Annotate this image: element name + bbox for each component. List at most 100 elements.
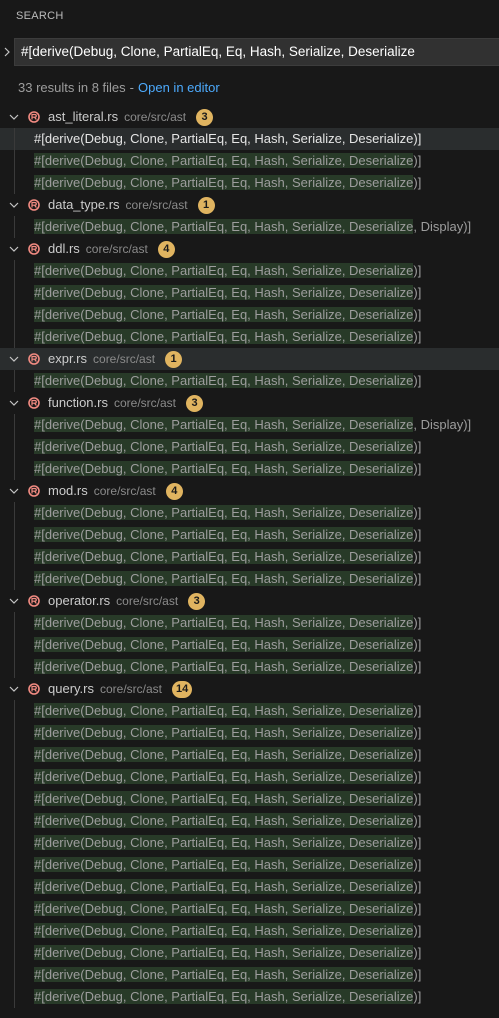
results-summary: 33 results in 8 files - Open in editor xyxy=(18,79,220,97)
match-row[interactable]: #[derive(Debug, Clone, PartialEq, Eq, Ha… xyxy=(0,304,499,326)
match-row[interactable]: #[derive(Debug, Clone, PartialEq, Eq, Ha… xyxy=(0,656,499,678)
match-highlight: #[derive(Debug, Clone, PartialEq, Eq, Ha… xyxy=(34,879,414,894)
match-row[interactable]: #[derive(Debug, Clone, PartialEq, Eq, Ha… xyxy=(0,898,499,920)
collapse-toggle[interactable] xyxy=(7,199,21,211)
match-highlight: #[derive(Debug, Clone, PartialEq, Eq, Ha… xyxy=(34,329,414,344)
match-row[interactable]: #[derive(Debug, Clone, PartialEq, Eq, Ha… xyxy=(0,502,499,524)
match-row[interactable]: #[derive(Debug, Clone, PartialEq, Eq, Ha… xyxy=(0,744,499,766)
toggle-replace-button[interactable] xyxy=(2,45,12,59)
search-input[interactable]: #[derive(Debug, Clone, PartialEq, Eq, Ha… xyxy=(14,38,499,66)
file-group-row[interactable]: operator.rs core/src/ast 3 xyxy=(0,590,499,612)
indent-guide xyxy=(14,458,15,480)
collapse-toggle[interactable] xyxy=(7,111,21,123)
match-highlight: #[derive(Debug, Clone, PartialEq, Eq, Ha… xyxy=(34,923,414,938)
match-row[interactable]: #[derive(Debug, Clone, PartialEq, Eq, Ha… xyxy=(0,810,499,832)
match-row[interactable]: #[derive(Debug, Clone, PartialEq, Eq, Ha… xyxy=(0,458,499,480)
file-name: data_type.rs xyxy=(48,197,120,212)
match-text: #[derive(Debug, Clone, PartialEq, Eq, Ha… xyxy=(34,128,421,150)
collapse-toggle[interactable] xyxy=(7,595,21,607)
indent-guide xyxy=(14,524,15,546)
match-row[interactable]: #[derive(Debug, Clone, PartialEq, Eq, Ha… xyxy=(0,524,499,546)
match-text: #[derive(Debug, Clone, PartialEq, Eq, Ha… xyxy=(34,436,421,458)
collapse-toggle[interactable] xyxy=(7,353,21,365)
file-name: operator.rs xyxy=(48,593,111,608)
match-row[interactable]: #[derive(Debug, Clone, PartialEq, Eq, Ha… xyxy=(0,854,499,876)
match-row[interactable]: #[derive(Debug, Clone, PartialEq, Eq, Ha… xyxy=(0,128,499,150)
match-row[interactable]: #[derive(Debug, Clone, PartialEq, Eq, Ha… xyxy=(0,766,499,788)
collapse-toggle[interactable] xyxy=(7,397,21,409)
match-text: #[derive(Debug, Clone, PartialEq, Eq, Ha… xyxy=(34,766,421,788)
file-group-row[interactable]: function.rs core/src/ast 3 xyxy=(0,392,499,414)
file-group-row[interactable]: expr.rs core/src/ast 1 xyxy=(0,348,499,370)
file-label[interactable]: ddl.rs core/src/ast 4 xyxy=(48,238,175,260)
file-name: expr.rs xyxy=(48,351,88,366)
match-row[interactable]: #[derive(Debug, Clone, PartialEq, Eq, Ha… xyxy=(0,964,499,986)
indent-guide xyxy=(14,766,15,788)
collapse-toggle[interactable] xyxy=(7,485,21,497)
match-row[interactable]: #[derive(Debug, Clone, PartialEq, Eq, Ha… xyxy=(0,216,499,238)
match-row[interactable]: #[derive(Debug, Clone, PartialEq, Eq, Ha… xyxy=(0,612,499,634)
match-highlight: #[derive(Debug, Clone, PartialEq, Eq, Ha… xyxy=(34,131,414,146)
match-count-badge: 3 xyxy=(196,109,214,127)
match-row[interactable]: #[derive(Debug, Clone, PartialEq, Eq, Ha… xyxy=(0,436,499,458)
file-label[interactable]: query.rs core/src/ast 14 xyxy=(48,678,193,700)
match-row[interactable]: #[derive(Debug, Clone, PartialEq, Eq, Ha… xyxy=(0,722,499,744)
match-context-after: )] xyxy=(413,263,422,278)
match-row[interactable]: #[derive(Debug, Clone, PartialEq, Eq, Ha… xyxy=(0,920,499,942)
match-row[interactable]: #[derive(Debug, Clone, PartialEq, Eq, Ha… xyxy=(0,986,499,1008)
file-group-row[interactable]: ddl.rs core/src/ast 4 xyxy=(0,238,499,260)
file-label[interactable]: data_type.rs core/src/ast 1 xyxy=(48,194,215,216)
match-text: #[derive(Debug, Clone, PartialEq, Eq, Ha… xyxy=(34,502,421,524)
match-row[interactable]: #[derive(Debug, Clone, PartialEq, Eq, Ha… xyxy=(0,172,499,194)
match-row[interactable]: #[derive(Debug, Clone, PartialEq, Eq, Ha… xyxy=(0,414,499,436)
file-group-row[interactable]: ast_literal.rs core/src/ast 3 xyxy=(0,106,499,128)
match-context-after: )] xyxy=(413,769,422,784)
match-row[interactable]: #[derive(Debug, Clone, PartialEq, Eq, Ha… xyxy=(0,546,499,568)
match-count-badge: 14 xyxy=(172,681,193,699)
match-count-badge: 4 xyxy=(165,483,183,501)
match-row[interactable]: #[derive(Debug, Clone, PartialEq, Eq, Ha… xyxy=(0,700,499,722)
file-group-row[interactable]: query.rs core/src/ast 14 xyxy=(0,678,499,700)
file-label[interactable]: mod.rs core/src/ast 4 xyxy=(48,480,183,502)
match-row[interactable]: #[derive(Debug, Clone, PartialEq, Eq, Ha… xyxy=(0,788,499,810)
indent-guide xyxy=(14,920,15,942)
match-row[interactable]: #[derive(Debug, Clone, PartialEq, Eq, Ha… xyxy=(0,568,499,590)
match-text: #[derive(Debug, Clone, PartialEq, Eq, Ha… xyxy=(34,854,421,876)
file-name: function.rs xyxy=(48,395,108,410)
indent-guide xyxy=(14,216,15,238)
match-highlight: #[derive(Debug, Clone, PartialEq, Eq, Ha… xyxy=(34,945,414,960)
match-row[interactable]: #[derive(Debug, Clone, PartialEq, Eq, Ha… xyxy=(0,634,499,656)
match-highlight: #[derive(Debug, Clone, PartialEq, Eq, Ha… xyxy=(34,791,414,806)
indent-guide xyxy=(14,722,15,744)
rust-file-icon xyxy=(28,199,40,211)
match-context-after: )] xyxy=(413,373,422,388)
file-group-row[interactable]: data_type.rs core/src/ast 1 xyxy=(0,194,499,216)
file-label[interactable]: expr.rs core/src/ast 1 xyxy=(48,348,183,370)
match-row[interactable]: #[derive(Debug, Clone, PartialEq, Eq, Ha… xyxy=(0,942,499,964)
view-title: SEARCH xyxy=(16,10,64,22)
match-row[interactable]: #[derive(Debug, Clone, PartialEq, Eq, Ha… xyxy=(0,876,499,898)
collapse-toggle[interactable] xyxy=(7,683,21,695)
file-label[interactable]: function.rs core/src/ast 3 xyxy=(48,392,203,414)
match-row[interactable]: #[derive(Debug, Clone, PartialEq, Eq, Ha… xyxy=(0,370,499,392)
chevron-down-icon xyxy=(9,246,19,252)
match-context-after: )] xyxy=(413,725,422,740)
open-in-editor-link[interactable]: Open in editor xyxy=(138,80,220,95)
file-group-row[interactable]: mod.rs core/src/ast 4 xyxy=(0,480,499,502)
file-label[interactable]: ast_literal.rs core/src/ast 3 xyxy=(48,106,214,128)
match-highlight: #[derive(Debug, Clone, PartialEq, Eq, Ha… xyxy=(34,527,414,542)
match-row[interactable]: #[derive(Debug, Clone, PartialEq, Eq, Ha… xyxy=(0,150,499,172)
match-row[interactable]: #[derive(Debug, Clone, PartialEq, Eq, Ha… xyxy=(0,260,499,282)
match-row[interactable]: #[derive(Debug, Clone, PartialEq, Eq, Ha… xyxy=(0,326,499,348)
rust-file-icon xyxy=(28,111,40,123)
collapse-toggle[interactable] xyxy=(7,243,21,255)
match-row[interactable]: #[derive(Debug, Clone, PartialEq, Eq, Ha… xyxy=(0,282,499,304)
match-context-after: , Display)] xyxy=(413,219,472,234)
match-row[interactable]: #[derive(Debug, Clone, PartialEq, Eq, Ha… xyxy=(0,832,499,854)
match-text: #[derive(Debug, Clone, PartialEq, Eq, Ha… xyxy=(34,414,471,436)
chevron-down-icon xyxy=(9,488,19,494)
match-context-after: )] xyxy=(413,659,422,674)
match-highlight: #[derive(Debug, Clone, PartialEq, Eq, Ha… xyxy=(34,439,414,454)
results-count-text: 33 results in 8 files xyxy=(18,80,126,95)
file-label[interactable]: operator.rs core/src/ast 3 xyxy=(48,590,206,612)
